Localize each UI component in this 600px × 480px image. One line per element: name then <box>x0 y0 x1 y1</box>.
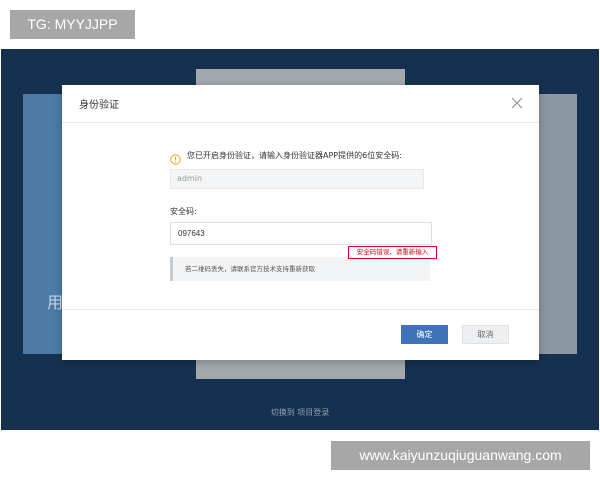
close-icon[interactable] <box>510 95 524 109</box>
hint-text: 您已开启身份验证，请输入身份验证器APP提供的6位安全码: <box>187 150 402 160</box>
info-icon <box>170 150 181 165</box>
switch-to-project-login-link[interactable]: 切换到 项目登录 <box>1 407 599 418</box>
watermark-top: TG: MYYJJPP <box>10 10 135 39</box>
hint-row: 您已开启身份验证，请输入身份验证器APP提供的6位安全码: <box>170 148 402 165</box>
qr-lost-notice: 若二维码丢失，请联系官方技术支持重新获取 <box>170 257 430 281</box>
modal-title: 身份验证 <box>79 100 119 111</box>
cancel-button[interactable]: 取消 <box>462 325 509 344</box>
security-code-input[interactable]: 097643 <box>170 222 432 245</box>
identity-verification-modal: 身份验证 您已开启身份验证，请输入身份验证器APP提供的6位安全码: admin… <box>62 85 539 360</box>
username-field: admin <box>170 169 424 189</box>
modal-header: 身份验证 <box>62 85 539 123</box>
modal-footer-divider <box>62 309 539 310</box>
confirm-button[interactable]: 确定 <box>401 325 448 344</box>
error-message: 安全码错误，请重新输入 <box>348 246 437 259</box>
app-backdrop: 用 切换到 项目登录 身份验证 您已开启身份验证，请输入身份验证器APP提供的6… <box>1 49 599 430</box>
watermark-bottom: www.kaiyunzuqiuguanwang.com <box>331 441 590 470</box>
security-code-label: 安全码: <box>170 207 197 216</box>
background-partial-text: 用 <box>47 293 64 312</box>
